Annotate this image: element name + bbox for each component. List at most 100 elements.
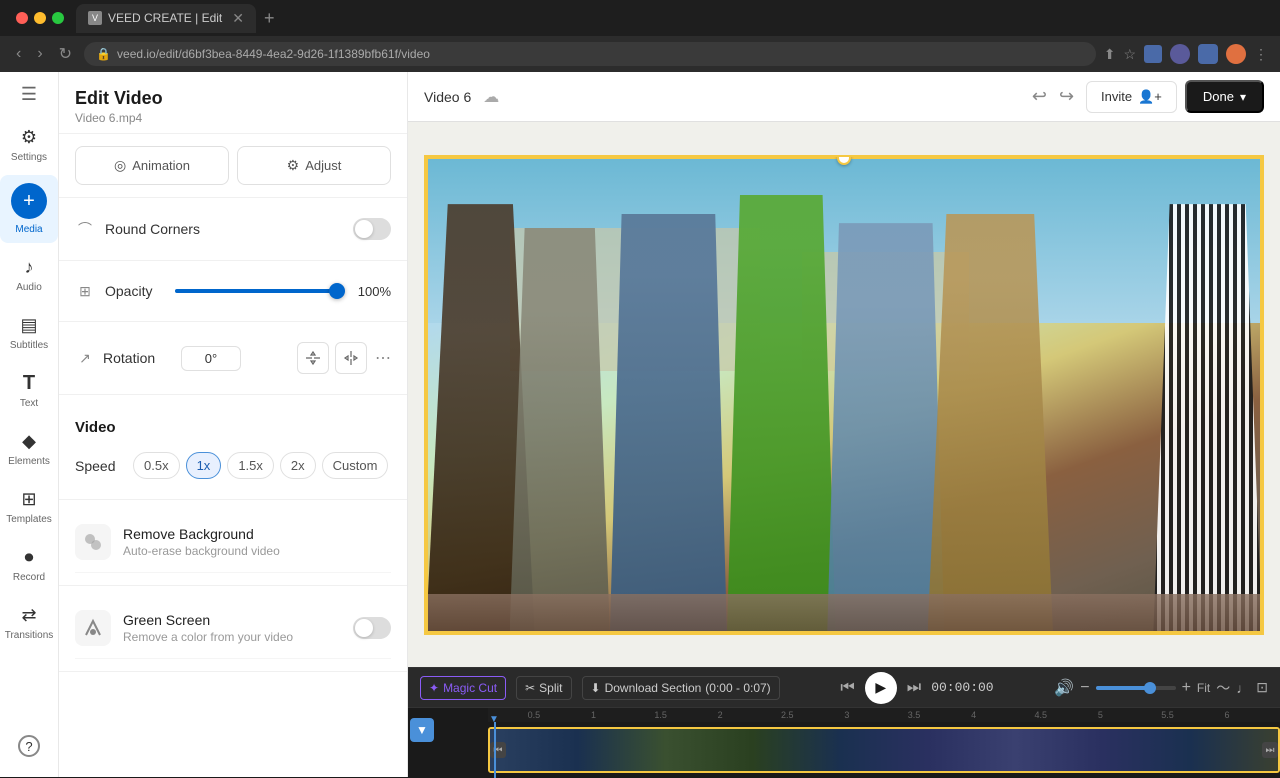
slider-thumb[interactable] — [329, 283, 345, 299]
sidebar-item-settings[interactable]: ⚙ Settings — [0, 117, 58, 171]
split-label: Split — [539, 681, 562, 695]
download-icon: ⬇ — [591, 681, 601, 695]
speed-0.5x[interactable]: 0.5x — [133, 452, 180, 479]
veed-extension[interactable] — [1144, 45, 1162, 63]
invite-button[interactable]: Invite 👤+ — [1086, 81, 1177, 113]
address-bar[interactable]: 🔒 veed.io/edit/d6bf3bea-8449-4ea2-9d26-1… — [84, 42, 1096, 66]
track-start-icon: ⏮ — [490, 742, 506, 758]
tab-title: VEED CREATE | Edit — [108, 11, 222, 25]
split-button[interactable]: ✂ Split — [516, 676, 571, 700]
animation-tab[interactable]: ◎ Animation — [75, 146, 229, 185]
round-corners-toggle[interactable] — [353, 218, 391, 240]
transitions-icon: ⇄ — [17, 603, 41, 627]
flip-vertical-button[interactable] — [335, 342, 367, 374]
extension-2-icon[interactable] — [1198, 44, 1218, 64]
speed-2x[interactable]: 2x — [280, 452, 316, 479]
back-button[interactable]: ‹ — [12, 41, 25, 67]
volume-icon[interactable]: 🔊 — [1054, 678, 1074, 698]
refresh-button[interactable]: ↻ — [55, 40, 76, 68]
menu-icon[interactable]: ⋮ — [1254, 46, 1268, 63]
active-tab[interactable]: V VEED CREATE | Edit ✕ — [76, 4, 256, 33]
forward-button[interactable]: › — [33, 41, 46, 67]
remove-bg-text: Remove Background Auto-erase background … — [123, 526, 391, 558]
bookmark-icon[interactable]: ☆ — [1123, 46, 1136, 63]
sidebar-item-subtitles[interactable]: ▤ Subtitles — [0, 305, 58, 359]
person3 — [610, 214, 727, 633]
media-label: Media — [15, 224, 42, 235]
speed-1.5x[interactable]: 1.5x — [227, 452, 274, 479]
timeline-extra-2[interactable]: ⊡ — [1256, 679, 1268, 696]
opacity-slider[interactable] — [175, 289, 343, 293]
redo-button[interactable]: ↪ — [1059, 86, 1074, 107]
zoom-out-button[interactable]: − — [1080, 679, 1089, 697]
ruler-2: 2 — [718, 710, 723, 720]
sidebar-item-elements[interactable]: ◆ Elements — [0, 421, 58, 475]
sidebar-item-text[interactable]: T Text — [0, 363, 58, 417]
close-dot[interactable] — [16, 12, 28, 24]
waveform-icon[interactable]: 〜 — [1216, 678, 1230, 698]
audio-label: Audio — [16, 282, 42, 293]
zoom-slider[interactable] — [1096, 686, 1176, 690]
edit-panel: Edit Video Video 6.mp4 ◎ Animation ⚙ Adj… — [59, 72, 408, 777]
sidebar-item-media[interactable]: + Media — [0, 175, 58, 243]
speed-custom[interactable]: Custom — [322, 452, 389, 479]
person7 — [1153, 204, 1262, 632]
magic-cut-button[interactable]: ✦ Magic Cut — [420, 676, 506, 700]
sidebar-item-audio[interactable]: ♪ Audio — [0, 247, 58, 301]
ruler-4.5: 4.5 — [1034, 710, 1047, 720]
url-text: veed.io/edit/d6bf3bea-8449-4ea2-9d26-1f1… — [117, 47, 430, 61]
tab-close-button[interactable]: ✕ — [232, 10, 244, 27]
sidebar-item-help[interactable]: ? — [0, 727, 58, 765]
done-button[interactable]: Done ▾ — [1185, 80, 1264, 113]
timeline-toolbar: ✦ Magic Cut ✂ Split ⬇ Download Section (… — [408, 668, 1280, 708]
transitions-label: Transitions — [5, 630, 54, 641]
share-icon[interactable]: ⬆ — [1104, 46, 1116, 63]
opacity-label: Opacity — [105, 283, 165, 299]
zoom-controls: 🔊 − + Fit 〜 ♩ ⊡ — [1054, 678, 1268, 698]
video-background — [426, 157, 1262, 633]
green-screen-title: Green Screen — [123, 612, 341, 628]
extension-icon[interactable] — [1170, 44, 1190, 64]
download-section-button[interactable]: ⬇ Download Section (0:00 - 0:07) — [582, 676, 780, 700]
opacity-value: 100% — [353, 284, 391, 299]
fit-button[interactable]: Fit — [1197, 681, 1210, 695]
edit-title: Edit Video — [75, 88, 391, 109]
user-avatar[interactable] — [1226, 44, 1246, 64]
sidebar-item-templates[interactable]: ⊞ Templates — [0, 479, 58, 533]
zoom-thumb[interactable] — [1144, 682, 1156, 694]
templates-label: Templates — [6, 514, 52, 525]
edit-tabs: ◎ Animation ⚙ Adjust — [59, 134, 407, 198]
speed-label: Speed — [75, 458, 125, 474]
sidebar-item-record[interactable]: ⏺ Record — [0, 537, 58, 591]
play-button[interactable]: ▶ — [865, 672, 897, 704]
download-label: Download Section — [605, 681, 702, 695]
rotation-more-button[interactable]: ⋯ — [375, 348, 391, 368]
speed-1x[interactable]: 1x — [186, 452, 222, 479]
filter-button[interactable]: ▼ — [410, 718, 434, 742]
green-screen-section: Green Screen Remove a color from your vi… — [59, 586, 407, 672]
settings-label: Settings — [11, 152, 47, 163]
sidebar-item-transitions[interactable]: ⇄ Transitions — [0, 595, 58, 649]
undo-button[interactable]: ↩ — [1032, 86, 1047, 107]
rotation-input[interactable] — [181, 346, 241, 371]
new-tab-button[interactable]: + — [264, 8, 275, 29]
track-thumbnails[interactable] — [488, 727, 1280, 773]
timeline-extra-1[interactable]: ♩ — [1236, 680, 1250, 696]
minimize-dot[interactable] — [34, 12, 46, 24]
flip-horizontal-button[interactable] — [297, 342, 329, 374]
current-time: 00:00:00 — [931, 680, 993, 695]
video-section: Video Speed 0.5x 1x 1.5x 2x Custom — [59, 395, 407, 500]
invite-add-icon: 👤+ — [1138, 89, 1162, 105]
download-time: (0:00 - 0:07) — [705, 681, 770, 695]
green-screen-toggle[interactable] — [353, 617, 391, 639]
maximize-dot[interactable] — [52, 12, 64, 24]
rewind-button[interactable]: ⏮ — [840, 679, 854, 697]
fast-forward-button[interactable]: ⏭ — [907, 679, 921, 697]
lock-icon: 🔒 — [96, 47, 111, 61]
adjust-tab[interactable]: ⚙ Adjust — [237, 146, 391, 185]
hamburger-menu[interactable]: ☰ — [21, 84, 37, 105]
zoom-in-button[interactable]: + — [1182, 679, 1191, 697]
magic-cut-label: Magic Cut — [443, 681, 497, 695]
elements-label: Elements — [8, 456, 50, 467]
magic-cut-icon: ✦ — [429, 681, 439, 695]
